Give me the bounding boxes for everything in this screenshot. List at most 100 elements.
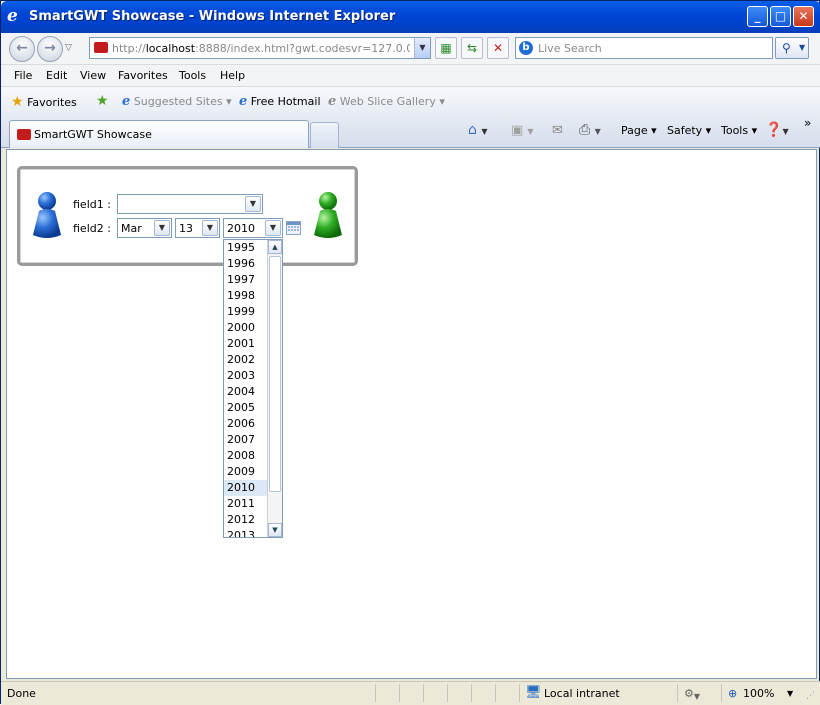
zoom-dropdown-icon[interactable]: ▼ [787, 689, 793, 698]
menu-favorites[interactable]: Favorites [118, 69, 168, 82]
menu-edit[interactable]: Edit [46, 69, 67, 82]
menu-file[interactable]: File [14, 69, 32, 82]
year-option[interactable]: 1999 [224, 304, 268, 320]
address-bar[interactable]: http://localhost:8888/index.html?gwt.cod… [89, 37, 431, 59]
form-panel [17, 166, 358, 266]
intranet-globe-icon: 🖥 [525, 685, 542, 700]
favorites-bar: ★ Favorites ★ e Suggested Sites ▾ e Free… [1, 87, 820, 117]
live-search-icon: b [519, 41, 533, 55]
ie-page-icon: e [239, 94, 248, 109]
forward-button[interactable]: → [37, 36, 63, 62]
safety-menu[interactable]: Safety ▾ [667, 124, 711, 137]
tools-menu[interactable]: Tools ▾ [721, 124, 757, 137]
menu-help[interactable]: Help [220, 69, 245, 82]
zoom-icon: ⊕ [728, 687, 738, 700]
tab-favicon-icon [17, 129, 31, 140]
ie-logo-icon: e [7, 6, 18, 26]
page-menu[interactable]: Page ▾ [621, 124, 657, 137]
new-tab-button[interactable] [310, 122, 339, 148]
search-input[interactable]: b Live Search [515, 37, 773, 59]
year-option[interactable]: 2011 [224, 496, 268, 512]
scroll-down-arrow-icon[interactable]: ▼ [268, 523, 282, 537]
chevron-down-icon[interactable]: ▼ [202, 220, 218, 236]
year-option[interactable]: 2005 [224, 400, 268, 416]
window-title: SmartGWT Showcase - Windows Internet Exp… [29, 9, 396, 24]
minimize-button[interactable]: _ [747, 6, 768, 27]
search-options-dropdown-icon[interactable]: ▼ [799, 43, 805, 52]
maximize-button[interactable]: □ [770, 6, 791, 27]
help-button[interactable]: ❓▼ [765, 122, 789, 138]
menu-tools[interactable]: Tools [179, 69, 206, 82]
year-option[interactable]: 2000 [224, 320, 268, 336]
scrollbar-thumb[interactable] [269, 256, 281, 492]
suggested-sites-link[interactable]: e Suggested Sites ▾ [122, 94, 232, 109]
free-hotmail-link[interactable]: e Free Hotmail [239, 94, 321, 109]
site-favicon-icon [94, 42, 108, 53]
menu-view[interactable]: View [80, 69, 106, 82]
security-zone-text[interactable]: Local intranet [544, 687, 620, 700]
recent-pages-dropdown-icon[interactable]: ▽ [65, 43, 72, 53]
zoom-level[interactable]: 100% [743, 687, 774, 700]
search-go-button[interactable]: ⚲ ▼ [775, 37, 809, 59]
year-select[interactable]: 2010 ▼ [223, 218, 283, 238]
year-option[interactable]: 2004 [224, 384, 268, 400]
magnifier-icon: ⚲ [782, 41, 791, 55]
search-placeholder: Live Search [538, 42, 602, 55]
address-dropdown-button[interactable]: ▼ [414, 38, 430, 58]
year-option[interactable]: 2008 [224, 448, 268, 464]
more-commands-chevron[interactable]: » [804, 116, 811, 130]
year-option[interactable]: 2010 [224, 480, 268, 496]
year-option[interactable]: 1997 [224, 272, 268, 288]
year-option[interactable]: 2013 [224, 528, 268, 537]
calendar-picker-icon[interactable] [286, 221, 301, 235]
chevron-down-icon[interactable]: ▼ [154, 220, 170, 236]
field1-select[interactable]: ▼ [117, 194, 263, 214]
year-option[interactable]: 2001 [224, 336, 268, 352]
compatibility-view-icon[interactable]: ▦ [435, 37, 457, 59]
scroll-up-arrow-icon[interactable]: ▲ [268, 240, 282, 254]
back-button[interactable]: ← [9, 36, 35, 62]
status-text: Done [7, 687, 36, 700]
year-option[interactable]: 2009 [224, 464, 268, 480]
title-bar: e SmartGWT Showcase - Windows Internet E… [1, 1, 820, 33]
status-bar: Done 🖥 Local intranet ⚙ ▼ ⊕ 100% ▼ ⋰ [1, 681, 820, 705]
blue-user-icon [33, 192, 61, 238]
print-button[interactable]: ⎙ ▼ [579, 122, 601, 138]
year-option[interactable]: 2012 [224, 512, 268, 528]
close-button[interactable]: ✕ [793, 6, 814, 27]
home-button[interactable]: ⌂ ▼ [468, 122, 488, 138]
stop-button[interactable]: ✕ [487, 37, 509, 59]
year-dropdown-list: 1995 1996 1997 1998 1999 2000 2001 2002 2003 2004… [223, 239, 283, 538]
menu-bar: File Edit View Favorites Tools Help [1, 65, 820, 87]
chevron-down-icon[interactable]: ▼ [265, 220, 281, 236]
field1-label: field1 : [73, 198, 111, 211]
year-option[interactable]: 1995 [224, 240, 268, 256]
browser-window: e SmartGWT Showcase - Windows Internet E… [0, 0, 820, 705]
green-user-icon [314, 192, 342, 238]
dropdown-scrollbar[interactable]: ▲ ▼ [267, 240, 282, 537]
read-mail-button[interactable]: ✉ [552, 123, 563, 138]
chevron-down-icon[interactable]: ▼ [245, 196, 261, 212]
refresh-button[interactable]: ⇆ [461, 37, 483, 59]
month-select[interactable]: Mar ▼ [117, 218, 172, 238]
year-option[interactable]: 2002 [224, 352, 268, 368]
resize-grip-icon[interactable]: ⋰ [806, 691, 815, 701]
year-option[interactable]: 1998 [224, 288, 268, 304]
field2-label: field2 : [73, 222, 111, 235]
year-option[interactable]: 2003 [224, 368, 268, 384]
day-select[interactable]: 13 ▼ [175, 218, 220, 238]
address-toolbar: ← → ▽ http://localhost:8888/index.html?g… [1, 33, 820, 65]
year-option[interactable]: 1996 [224, 256, 268, 272]
ie-page-icon: e [122, 94, 131, 109]
year-option[interactable]: 2007 [224, 432, 268, 448]
feeds-button[interactable]: ▣ ▼ [511, 123, 534, 138]
favorites-button[interactable]: ★ Favorites [11, 94, 77, 110]
favorites-star-icon: ★ [11, 94, 24, 110]
add-to-favorites-bar-icon[interactable]: ★ [96, 93, 109, 109]
url-text[interactable]: http://localhost:8888/index.html?gwt.cod… [112, 42, 410, 55]
web-slice-icon: e [328, 94, 337, 109]
tab-smartgwt-showcase[interactable]: SmartGWT Showcase [9, 120, 309, 148]
web-slice-gallery-link[interactable]: e Web Slice Gallery ▾ [328, 94, 445, 109]
protected-mode-icon[interactable]: ⚙ ▼ [684, 687, 700, 701]
year-option[interactable]: 2006 [224, 416, 268, 432]
